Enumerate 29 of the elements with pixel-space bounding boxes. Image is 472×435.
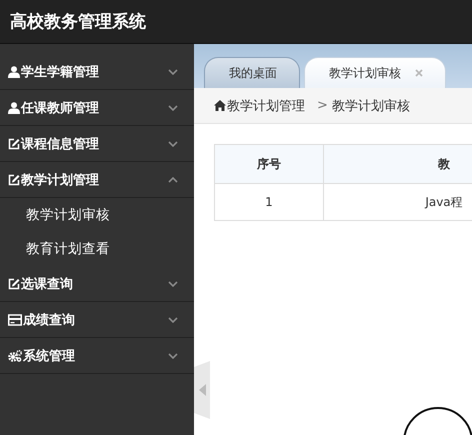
- close-icon[interactable]: [415, 69, 423, 77]
- chevron-down-icon: [168, 68, 178, 74]
- user-icon: [8, 66, 20, 78]
- edit-icon: [8, 138, 20, 150]
- chevron-down-icon: [168, 316, 178, 322]
- user-icon: [8, 102, 20, 114]
- chevron-up-icon: [168, 176, 178, 182]
- chevron-down-icon: [168, 140, 178, 146]
- breadcrumb-item[interactable]: 教学计划审核: [332, 96, 410, 114]
- breadcrumb-item[interactable]: 教学计划管理: [227, 96, 305, 114]
- chevron-down-icon: [168, 352, 178, 358]
- column-header: 序号: [214, 144, 324, 184]
- table-cell: 1: [214, 184, 324, 220]
- sidebar-subitem[interactable]: 教育计划查看: [0, 232, 194, 266]
- sidebar-subitem[interactable]: 教学计划审核: [0, 198, 194, 232]
- home-icon: [214, 100, 226, 111]
- tab[interactable]: 教学计划审核: [304, 57, 446, 88]
- column-header: 教: [324, 144, 472, 184]
- breadcrumb-separator: >: [317, 98, 328, 113]
- tab[interactable]: 我的桌面: [204, 57, 300, 88]
- card-icon: [8, 314, 22, 326]
- app-title: 高校教务管理系统: [10, 11, 146, 33]
- triangle-left-icon: [198, 384, 206, 396]
- collapse-handle[interactable]: [194, 361, 210, 419]
- chevron-down-icon: [168, 104, 178, 110]
- gears-icon: [8, 350, 22, 362]
- chevron-down-icon: [168, 280, 178, 286]
- edit-icon: [8, 278, 20, 290]
- edit-icon: [8, 174, 20, 186]
